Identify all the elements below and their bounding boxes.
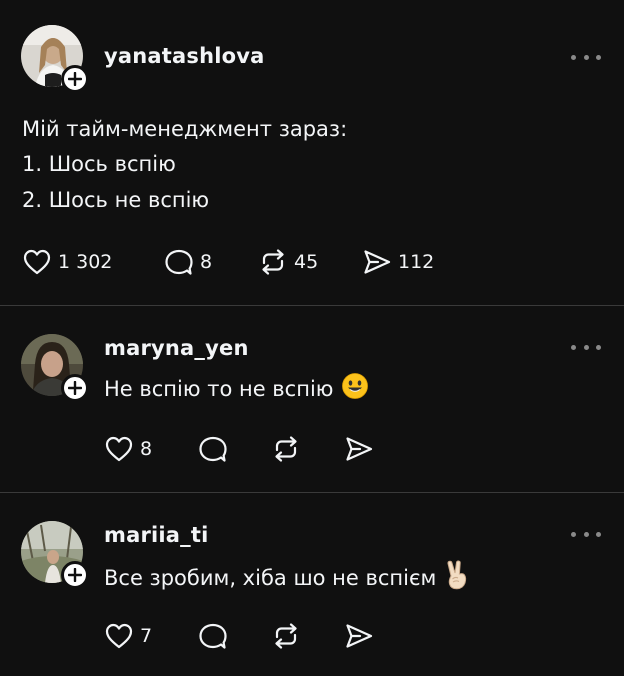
reply-post: mariia_ti Все зробим, хіба шо не вспієм … xyxy=(0,493,624,676)
like-count: 1 302 xyxy=(58,251,113,273)
share-count: 112 xyxy=(398,251,435,273)
repost-icon xyxy=(262,249,284,275)
reply-username[interactable]: maryna_yen xyxy=(104,336,249,360)
share-button[interactable] xyxy=(344,622,374,650)
share-button[interactable] xyxy=(344,435,374,463)
send-icon xyxy=(346,437,373,461)
follow-plus-icon[interactable] xyxy=(61,374,89,402)
more-options-icon[interactable] xyxy=(571,52,601,62)
comment-button[interactable]: 8 xyxy=(164,248,212,276)
avatar[interactable] xyxy=(21,25,89,93)
send-icon xyxy=(346,624,373,648)
heart-icon xyxy=(105,436,133,462)
share-button[interactable]: 112 xyxy=(362,248,434,276)
follow-plus-icon[interactable] xyxy=(61,65,89,93)
comment-button[interactable] xyxy=(198,435,228,463)
follow-plus-icon[interactable] xyxy=(61,561,89,589)
post-text-line-2: 1. Шось вспію xyxy=(22,152,176,176)
post-text-line-1: Мій тайм-менеджмент зараз: xyxy=(22,117,348,141)
like-count: 8 xyxy=(140,438,153,460)
comment-icon xyxy=(199,436,227,462)
victory-hand-icon xyxy=(444,560,470,595)
reply-username[interactable]: mariia_ti xyxy=(104,523,209,547)
more-options-icon[interactable] xyxy=(571,342,601,352)
like-button[interactable]: 7 xyxy=(104,622,152,650)
more-options-icon[interactable] xyxy=(571,529,601,539)
heart-icon xyxy=(23,249,51,275)
avatar[interactable] xyxy=(21,521,89,589)
repost-button[interactable] xyxy=(271,435,301,463)
repost-button[interactable]: 45 xyxy=(258,248,318,276)
repost-count: 45 xyxy=(294,251,319,273)
repost-icon xyxy=(275,623,297,649)
comment-icon xyxy=(165,249,193,275)
reply-text-content: Все зробим, хіба шо не вспієм xyxy=(104,565,437,590)
like-button[interactable]: 8 xyxy=(104,435,152,463)
smiling-face-icon xyxy=(341,372,369,405)
avatar[interactable] xyxy=(21,334,89,402)
reply-text-content: Не вспію то не вспію xyxy=(104,376,334,401)
heart-icon xyxy=(105,623,133,649)
comment-count: 8 xyxy=(200,251,213,273)
reply-text: Все зробим, хіба шо не вспієм xyxy=(104,560,470,595)
comment-button[interactable] xyxy=(198,622,228,650)
send-icon xyxy=(364,250,391,274)
post-text-line-3: 2. Шось не вспію xyxy=(22,188,210,212)
reply-post: maryna_yen Не вспію то не вспію 8 xyxy=(0,306,624,492)
like-count: 7 xyxy=(140,625,153,647)
post-username[interactable]: yanatashlova xyxy=(104,44,265,68)
main-post: yanatashlova Мій тайм-менеджмент зараз: … xyxy=(0,0,624,305)
comment-icon xyxy=(199,623,227,649)
repost-button[interactable] xyxy=(271,622,301,650)
reply-text: Не вспію то не вспію xyxy=(104,372,369,405)
like-button[interactable]: 1 302 xyxy=(22,248,112,276)
repost-icon xyxy=(275,436,297,462)
